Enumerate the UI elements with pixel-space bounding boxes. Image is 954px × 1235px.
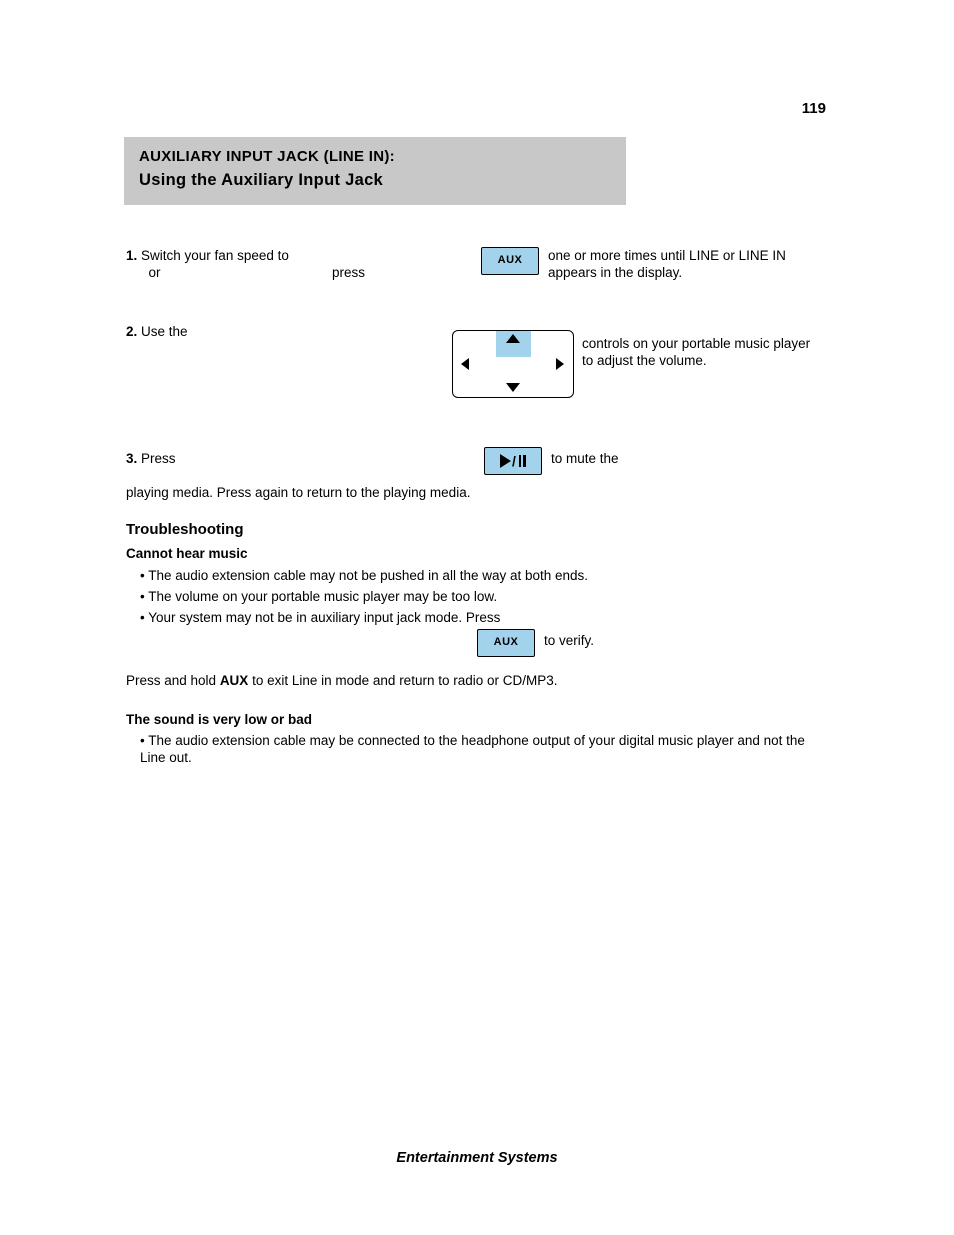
footer-category: Entertainment Systems [0,1150,954,1166]
section-subtitle: Using the Auxiliary Input Jack [139,171,383,190]
sound-bad-bullet-1: • The audio extension cable may be conne… [140,732,826,766]
step-1-or: or [149,265,161,280]
section-title: AUXILIARY INPUT JACK (LINE IN): [139,148,395,165]
aux-button-2[interactable]: AUX [477,629,535,657]
cannot-hear-bullet-2: • The volume on your portable music play… [140,588,826,605]
step-1-text-before: Switch your fan speed to [141,248,289,263]
aux-button[interactable]: AUX [481,247,539,275]
play-pause-icon: / [500,448,526,474]
cannot-hear-bullet-3: • Your system may not be in auxiliary in… [140,609,826,626]
hold-aux-text: Press and hold AUX to exit Line in mode … [126,672,826,689]
step-1-left: 1. Switch your fan speed to or [126,247,318,281]
step-2-right-text: controls on your portable music player t… [582,335,822,369]
step-3-right-text-1: to mute the [551,450,826,467]
section-header-box: AUXILIARY INPUT JACK (LINE IN): Using th… [124,137,626,205]
arrow-left-icon [461,358,469,370]
step-2-number: 2. [126,324,137,339]
arrow-right-icon [556,358,564,370]
step-1-number: 1. [126,248,137,263]
step-3-label: Press [141,451,176,466]
step-1-right-text: one or more times until LINE or LINE IN … [548,247,808,281]
step-3-right-text-2: playing media. Press again to return to … [126,484,826,501]
step-2-left: 2. Use the [126,323,318,340]
troubleshooting-heading: Troubleshooting [126,521,244,538]
cannot-hear-label: Cannot hear music [126,546,248,561]
aux-button-1-wrap: AUX [481,247,539,275]
arrow-up-icon [506,334,520,343]
aux-again-text: to verify. [544,633,594,648]
tune-dpad[interactable] [452,330,574,398]
play-pause-button[interactable]: / [484,447,542,475]
step-3-left: 3. Press [126,450,318,467]
page-number: 119 [802,100,826,117]
cannot-hear-bullet-1: • The audio extension cable may not be p… [140,567,826,584]
aux-button-2-wrap: AUX [477,629,535,657]
step-2-label: Use the [141,324,188,339]
sound-bad-label: The sound is very low or bad [126,712,312,727]
arrow-down-icon [506,383,520,392]
step-3-number: 3. [126,451,137,466]
play-pause-button-wrap: / [484,447,542,475]
step-1-press-label: press [332,264,365,281]
